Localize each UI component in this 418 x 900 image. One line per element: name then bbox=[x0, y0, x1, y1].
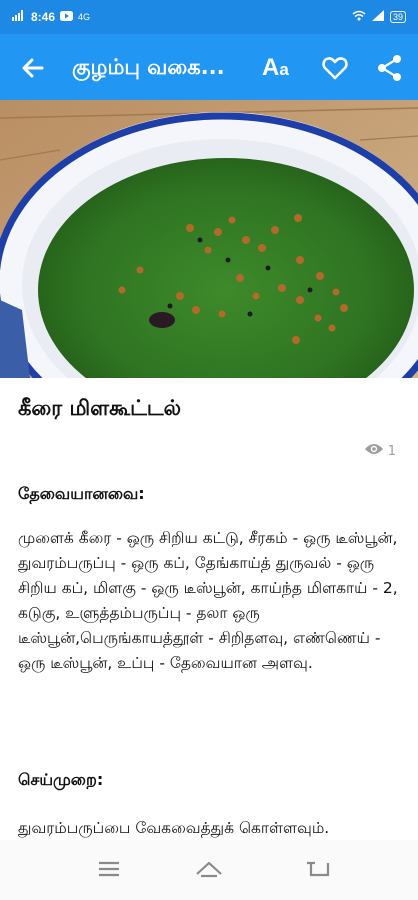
menu-icon[interactable] bbox=[92, 854, 126, 884]
share-icon[interactable] bbox=[376, 54, 404, 82]
method-text: துவரம்பருப்பை வேகவைத்துக் கொள்ளவும். bbox=[18, 819, 330, 837]
status-left: 8:46 4G bbox=[12, 0, 90, 34]
view-count: 1 bbox=[364, 442, 396, 460]
status-network: 4G bbox=[78, 12, 91, 22]
recipe-content[interactable]: கீரை மிளகூட்டல் 1 தேவையானவை: முளைக் கீரை… bbox=[0, 378, 418, 840]
status-right: 39 bbox=[352, 0, 406, 34]
view-count-value: 1 bbox=[387, 443, 396, 459]
recipe-image bbox=[0, 100, 418, 378]
back-arrow-icon[interactable] bbox=[18, 53, 48, 83]
status-bar: 8:46 4G 39 bbox=[0, 0, 418, 34]
app-bar: குழம்பு வகை... Aa bbox=[0, 34, 418, 100]
font-size-label-small: a bbox=[279, 60, 289, 79]
page-title: குழம்பு வகை... bbox=[72, 55, 225, 79]
wifi-icon bbox=[352, 10, 366, 24]
back-nav-icon[interactable] bbox=[302, 854, 336, 884]
cell-signal-icon bbox=[371, 10, 384, 24]
font-size-button[interactable]: Aa bbox=[262, 52, 298, 84]
status-time: 8:46 bbox=[31, 10, 56, 24]
signal-icon bbox=[12, 10, 26, 24]
battery-icon: 39 bbox=[389, 11, 406, 23]
method-heading: செய்முறை: bbox=[18, 770, 104, 789]
ingredients-heading: தேவையானவை: bbox=[18, 484, 145, 503]
home-icon[interactable] bbox=[192, 854, 226, 884]
eye-icon bbox=[364, 442, 384, 460]
font-size-label: A bbox=[262, 54, 280, 81]
navigation-bar bbox=[0, 840, 418, 900]
youtube-notification-icon bbox=[60, 10, 74, 24]
heart-icon[interactable] bbox=[321, 54, 349, 82]
recipe-title: கீரை மிளகூட்டல் bbox=[18, 396, 182, 420]
ingredients-text: முளைக் கீரை - ஒரு சிறிய கட்டு, சீரகம் - … bbox=[18, 529, 398, 672]
